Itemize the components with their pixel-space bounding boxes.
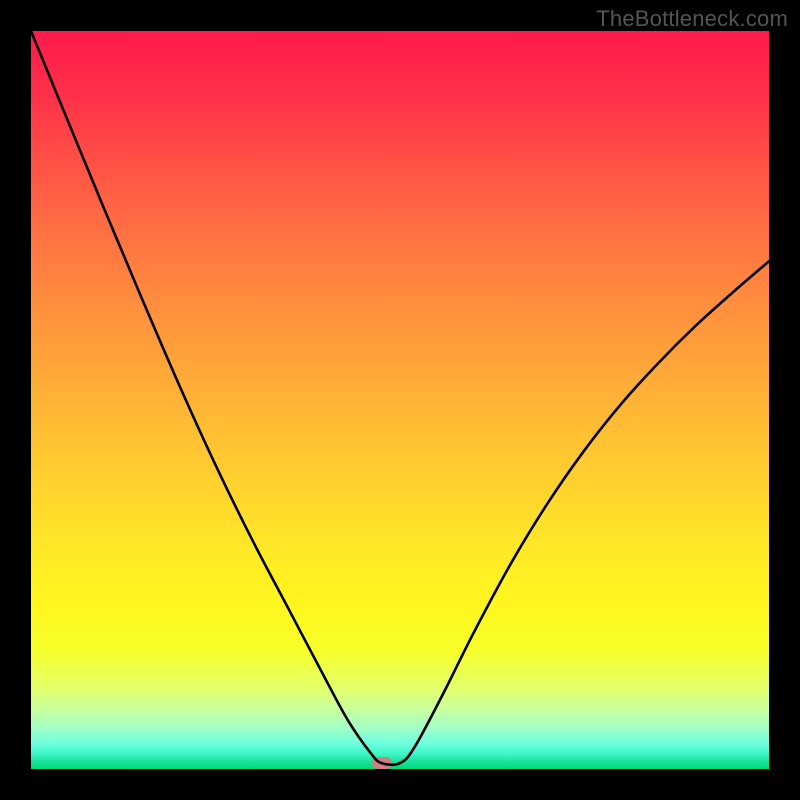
watermark-text: TheBottleneck.com [596, 6, 788, 32]
bottleneck-curve [31, 31, 769, 769]
chart-frame: TheBottleneck.com [0, 0, 800, 800]
plot-area [31, 31, 769, 769]
